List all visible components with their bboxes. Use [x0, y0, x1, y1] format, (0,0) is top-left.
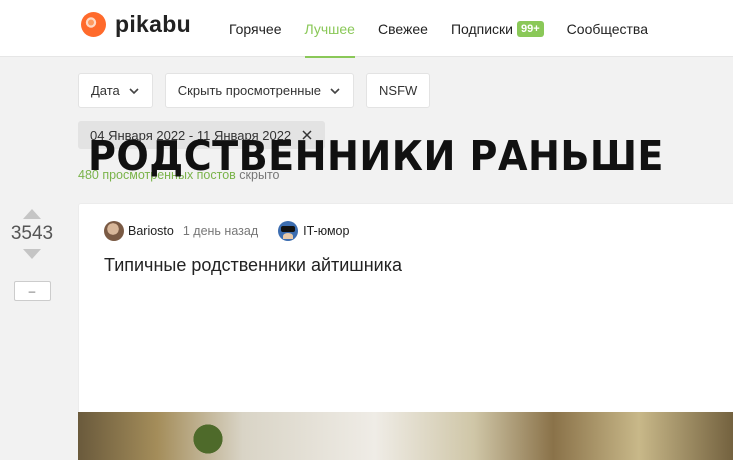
- post-title[interactable]: Типичные родственники айтишника: [104, 255, 402, 276]
- pikabu-logo-icon: [80, 11, 107, 38]
- community-name[interactable]: IT-юмор: [303, 224, 349, 238]
- upvote-icon[interactable]: [23, 207, 41, 219]
- post-photo: [78, 412, 733, 460]
- nsfw-filter-button[interactable]: NSFW: [366, 73, 431, 108]
- chevron-down-icon: [330, 87, 340, 94]
- community-avatar[interactable]: [278, 221, 299, 241]
- header: pikabu Горячее Лучшее Свежее Подписки 99…: [0, 0, 733, 58]
- filter-bar: Дата Скрыть просмотренные NSFW: [78, 73, 431, 108]
- image-caption-text: РОДСТВЕННИКИ РАНЬШЕ: [88, 132, 664, 180]
- author-name[interactable]: Bariosto: [128, 224, 174, 238]
- tab-hot[interactable]: Горячее: [229, 0, 282, 57]
- rating-count: 3543: [10, 223, 54, 244]
- subscriptions-badge: 99+: [517, 20, 544, 37]
- tab-subscriptions[interactable]: Подписки 99+: [451, 0, 544, 57]
- post-time: 1 день назад: [182, 224, 259, 238]
- vote-panel: 3543 –: [0, 200, 64, 301]
- post-meta: Bariosto 1 день назад IT-юмор: [104, 221, 349, 241]
- tab-communities[interactable]: Сообщества: [567, 0, 648, 57]
- logo-text: pikabu: [115, 10, 191, 37]
- avatar[interactable]: [104, 221, 124, 241]
- logo[interactable]: pikabu: [80, 10, 191, 38]
- tab-best[interactable]: Лучшее: [304, 0, 356, 58]
- chevron-down-icon: [129, 87, 139, 94]
- tab-fresh[interactable]: Свежее: [378, 0, 428, 57]
- downvote-icon[interactable]: [23, 249, 41, 261]
- hide-viewed-filter-button[interactable]: Скрыть просмотренные: [164, 73, 355, 108]
- date-filter-button[interactable]: Дата: [78, 73, 153, 108]
- hide-post-button[interactable]: –: [13, 281, 51, 301]
- main-nav: Горячее Лучшее Свежее Подписки 99+ Сообщ…: [229, 0, 671, 58]
- plant-decoration: [188, 414, 228, 460]
